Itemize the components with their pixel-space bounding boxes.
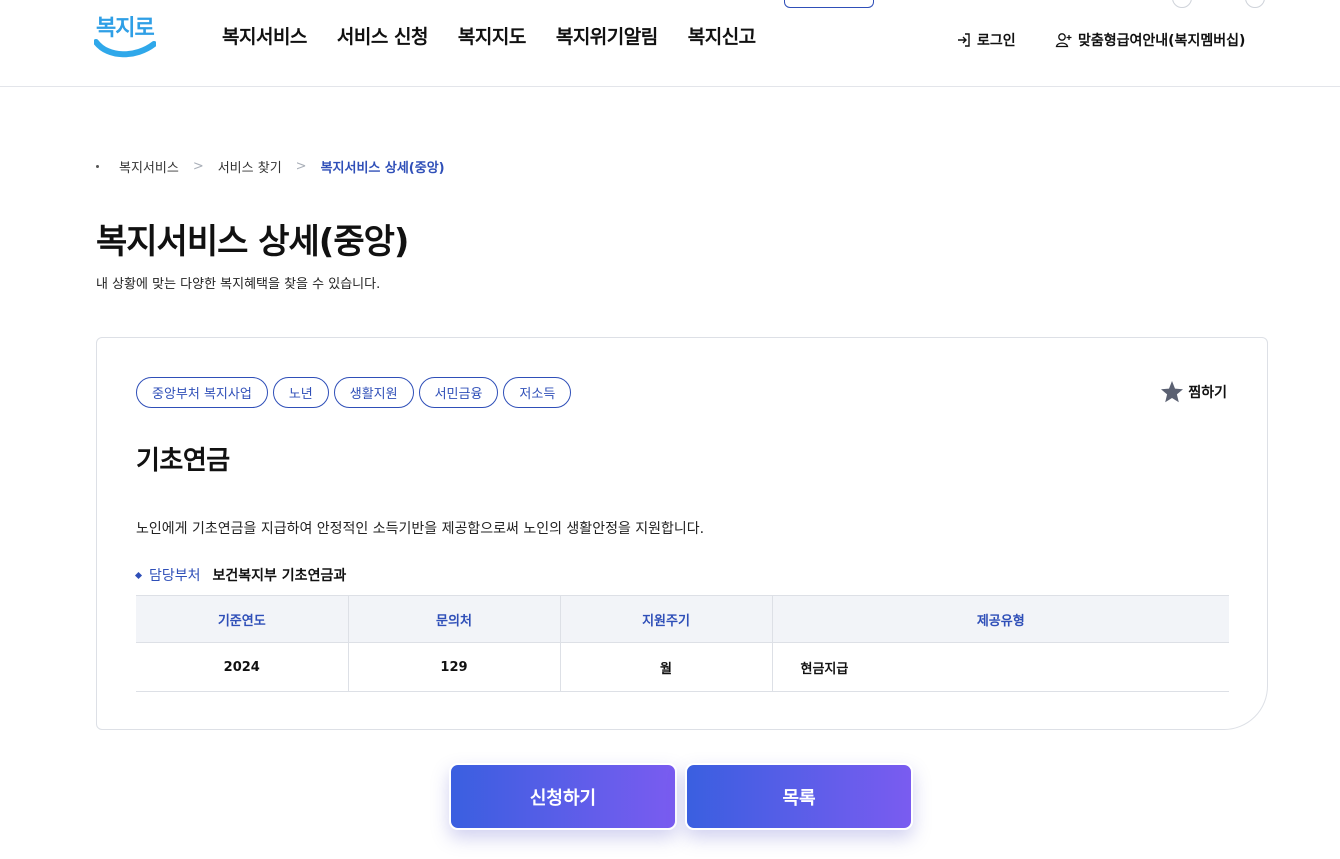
bookmark-button[interactable]: 찜하기 bbox=[1160, 380, 1227, 403]
nav-item-crisis-alert[interactable]: 복지위기알림 bbox=[556, 22, 658, 49]
login-label: 로그인 bbox=[977, 33, 1016, 49]
login-icon bbox=[958, 33, 970, 47]
breadcrumb-bullet bbox=[96, 165, 99, 168]
table-header-contact: 문의처 bbox=[347, 595, 560, 643]
tag-low-income[interactable]: 저소득 bbox=[503, 377, 572, 408]
nav-item-service-apply[interactable]: 서비스 신청 bbox=[337, 22, 429, 49]
breadcrumb-separator: > bbox=[295, 159, 307, 174]
nav-indicator bbox=[784, 0, 874, 8]
nav-item-welfare-report[interactable]: 복지신고 bbox=[688, 22, 756, 49]
diamond-bullet-icon bbox=[134, 571, 143, 579]
login-link[interactable]: 로그인 bbox=[956, 30, 1016, 50]
breadcrumb-item-welfare-service[interactable]: 복지서비스 bbox=[119, 157, 179, 176]
site-logo[interactable]: 복지로 bbox=[94, 8, 156, 62]
cell-type: 현금지급 bbox=[771, 642, 1229, 692]
service-card: 중앙부처 복지사업 노년 생활지원 서민금융 저소득 찜하기 기초연금 노인에게… bbox=[96, 337, 1268, 730]
breadcrumb-item-service-find[interactable]: 서비스 찾기 bbox=[218, 157, 282, 176]
table-header-row: 기준연도 문의처 지원주기 제공유형 bbox=[136, 595, 1229, 643]
membership-link[interactable]: 맞춤형급여안내(복지멤버십) bbox=[1055, 30, 1245, 50]
main-nav: 복지서비스 서비스 신청 복지지도 복지위기알림 복지신고 bbox=[222, 22, 756, 49]
logo-swoosh-icon bbox=[94, 39, 156, 58]
tag-living-support[interactable]: 생활지원 bbox=[333, 377, 414, 408]
service-tags: 중앙부처 복지사업 노년 생활지원 서민금융 저소득 bbox=[136, 377, 572, 408]
breadcrumb: 복지서비스 > 서비스 찾기 > 복지서비스 상세(중앙) bbox=[96, 157, 445, 176]
service-info-table: 기준연도 문의처 지원주기 제공유형 2024 129 월 현금지급 bbox=[136, 595, 1229, 692]
page-title: 복지서비스 상세(중앙) bbox=[96, 222, 409, 262]
cell-cycle: 월 bbox=[559, 642, 772, 692]
breadcrumb-item-current: 복지서비스 상세(중앙) bbox=[320, 161, 445, 176]
service-title: 기초연금 bbox=[136, 446, 230, 476]
nav-item-welfare-map[interactable]: 복지지도 bbox=[458, 22, 526, 49]
table-header-year: 기준연도 bbox=[136, 595, 348, 643]
header-circle-right bbox=[1245, 0, 1265, 8]
department-info: 담당부처 보건복지부 기초연금과 bbox=[134, 565, 347, 585]
table-row: 2024 129 월 현금지급 bbox=[136, 642, 1229, 692]
list-button[interactable]: 목록 bbox=[685, 763, 913, 830]
apply-button[interactable]: 신청하기 bbox=[449, 763, 677, 830]
membership-label: 맞춤형급여안내(복지멤버십) bbox=[1078, 33, 1246, 49]
bookmark-label: 찜하기 bbox=[1188, 384, 1227, 401]
nav-item-welfare-service[interactable]: 복지서비스 bbox=[222, 22, 307, 49]
department-value: 보건복지부 기초연금과 bbox=[212, 568, 347, 584]
cell-year: 2024 bbox=[136, 642, 348, 692]
department-label: 담당부처 bbox=[149, 568, 201, 584]
table-header-cycle: 지원주기 bbox=[559, 595, 772, 643]
tag-central-ministry[interactable]: 중앙부처 복지사업 bbox=[136, 377, 268, 408]
user-add-icon bbox=[1055, 33, 1072, 48]
tag-elderly[interactable]: 노년 bbox=[272, 377, 329, 408]
breadcrumb-separator: > bbox=[192, 159, 204, 174]
header-circle-left bbox=[1172, 0, 1192, 8]
star-icon bbox=[1161, 381, 1184, 403]
page-description: 내 상황에 맞는 다양한 복지혜택을 찾을 수 있습니다. bbox=[96, 277, 381, 292]
table-header-type: 제공유형 bbox=[771, 595, 1229, 643]
site-header: 복지로 복지서비스 서비스 신청 복지지도 복지위기알림 복지신고 로그인 맞춤… bbox=[0, 0, 1340, 87]
service-description: 노인에게 기초연금을 지급하여 안정적인 소득기반을 제공함으로써 노인의 생활… bbox=[136, 521, 705, 537]
tag-finance[interactable]: 서민금융 bbox=[418, 377, 499, 408]
cell-contact: 129 bbox=[347, 642, 560, 692]
